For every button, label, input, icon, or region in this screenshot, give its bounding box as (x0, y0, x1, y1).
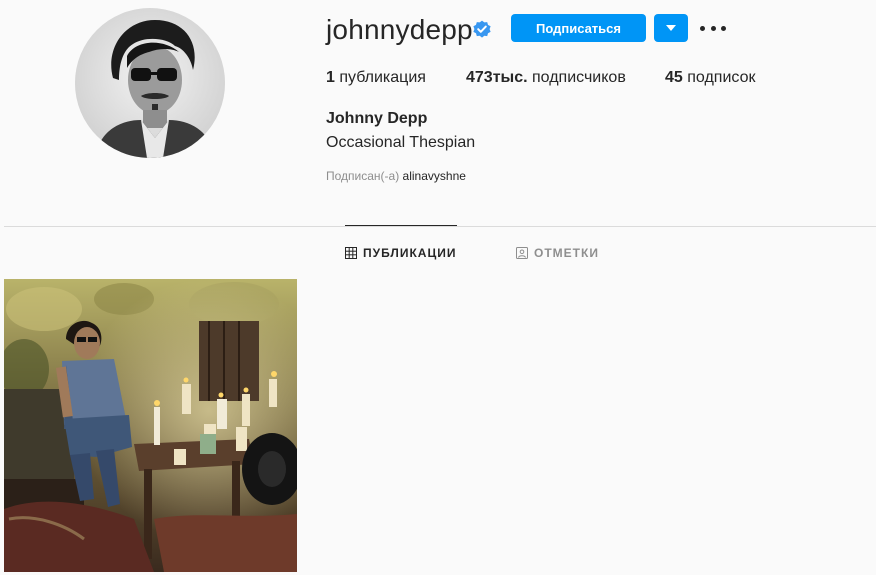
profile-full-name: Johnny Depp (326, 110, 428, 127)
followers-label: подписчиков (532, 69, 626, 86)
more-options-button[interactable] (700, 18, 726, 38)
tab-posts-label: ПУБЛИКАЦИИ (363, 246, 457, 260)
active-tab-indicator (345, 225, 457, 226)
ellipsis-icon (700, 25, 705, 31)
profile-avatar[interactable] (75, 8, 225, 158)
tabs-divider (4, 226, 876, 227)
post-thumbnail[interactable] (4, 279, 297, 572)
followers-count: 473тыс. (466, 69, 528, 86)
follow-button[interactable]: Подписаться (511, 14, 646, 42)
profile-bio: Occasional Thespian (326, 134, 476, 151)
triangle-down-icon (666, 25, 676, 31)
posts-count-stat: 1 публикация (326, 68, 426, 88)
ellipsis-icon-dot (721, 25, 726, 31)
verified-badge-icon (473, 20, 491, 38)
followers-stat[interactable]: 473тыс. подписчиков (466, 68, 626, 88)
followed-by-user: alinavyshne (402, 169, 466, 183)
tagged-user-icon (516, 247, 528, 259)
following-label: подписок (687, 69, 756, 86)
posts-count: 1 (326, 69, 335, 86)
ellipsis-icon-dot (710, 25, 716, 31)
posts-label: публикация (339, 69, 426, 86)
profile-username: johnnydepp (326, 14, 473, 45)
following-stat[interactable]: 45 подписок (665, 68, 755, 88)
grid-icon (345, 247, 357, 259)
post-image (4, 279, 297, 572)
following-count: 45 (665, 69, 683, 86)
suggestions-dropdown-button[interactable] (654, 14, 688, 42)
followed-by-label: Подписан(-а) (326, 169, 400, 183)
followed-by-line[interactable]: Подписан(-а) alinavyshne (326, 169, 466, 183)
profile-page: johnnydepp Подписаться 1 публикация 473т… (0, 0, 876, 575)
tab-posts[interactable]: ПУБЛИКАЦИИ (345, 245, 456, 261)
avatar-portrait (75, 8, 225, 158)
tab-tagged[interactable]: ОТМЕТКИ (516, 245, 599, 261)
tab-tagged-label: ОТМЕТКИ (534, 246, 599, 260)
